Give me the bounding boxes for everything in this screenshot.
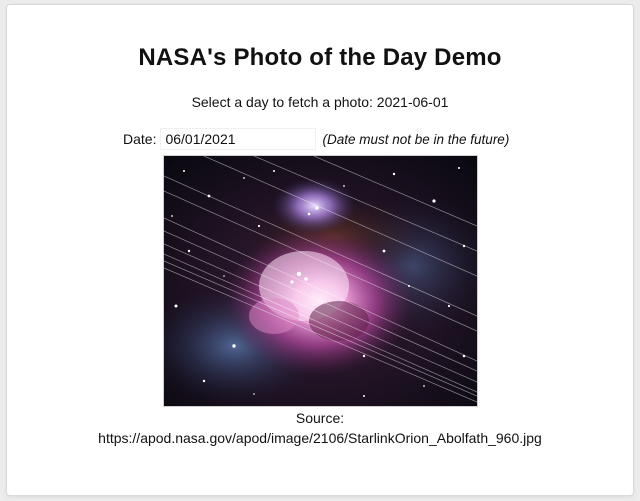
page-title: NASA's Photo of the Day Demo bbox=[138, 44, 502, 71]
date-note: (Date must not be in the future) bbox=[322, 131, 510, 147]
date-label: Date: bbox=[123, 131, 157, 147]
source-label: Source: bbox=[295, 410, 345, 426]
source-url: https://apod.nasa.gov/apod/image/2106/St… bbox=[98, 430, 542, 446]
page-subtitle: Select a day to fetch a photo: 2021-06-0… bbox=[191, 94, 449, 110]
date-row: Date: (Date must not be in the future) bbox=[123, 128, 509, 150]
nebula-image bbox=[164, 156, 477, 406]
date-input[interactable] bbox=[160, 128, 317, 150]
apod-photo bbox=[163, 155, 478, 407]
